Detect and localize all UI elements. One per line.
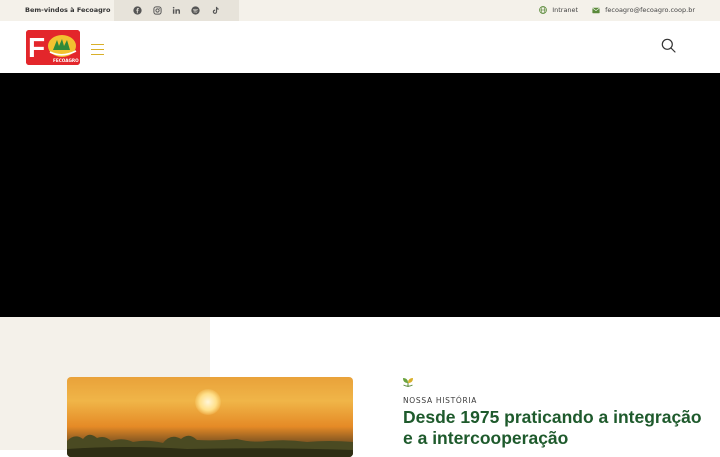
- sprout-icon: [403, 378, 413, 387]
- spotify-icon[interactable]: [191, 6, 200, 15]
- top-bar: Bem-vindos à Fecoagro Intranet fecoagro@…: [0, 0, 720, 21]
- intranet-link[interactable]: Intranet: [539, 6, 578, 14]
- section-headline: Desde 1975 praticando a integração e a i…: [403, 407, 702, 448]
- sunset-field-image: [67, 377, 353, 457]
- tiktok-icon[interactable]: [211, 6, 220, 15]
- fecoagro-logo[interactable]: F FECOAGRO: [26, 30, 80, 65]
- linkedin-icon[interactable]: [172, 6, 181, 15]
- hamburger-icon[interactable]: [91, 44, 104, 55]
- search-icon[interactable]: [661, 38, 676, 58]
- globe-icon: [539, 6, 548, 14]
- instagram-icon[interactable]: [152, 6, 162, 15]
- site-header: F FECOAGRO: [0, 21, 720, 73]
- facebook-icon[interactable]: [133, 6, 142, 15]
- treeline-silhouette: [67, 434, 353, 457]
- top-links: Intranet fecoagro@fecoagro.coop.br: [539, 6, 695, 14]
- email-label: fecoagro@fecoagro.coop.br: [605, 6, 695, 14]
- sun-glow: [195, 389, 221, 415]
- envelope-icon: [592, 7, 600, 13]
- email-link[interactable]: fecoagro@fecoagro.coop.br: [592, 6, 695, 14]
- hero-video[interactable]: [0, 73, 720, 317]
- welcome-text: Bem-vindos à Fecoagro: [25, 6, 111, 14]
- svg-text:F: F: [28, 32, 45, 63]
- section-eyebrow: NOSSA HISTÓRIA: [403, 396, 478, 405]
- history-section: NOSSA HISTÓRIA Desde 1975 praticando a i…: [0, 317, 720, 457]
- intranet-label: Intranet: [552, 6, 579, 14]
- social-links: [114, 0, 239, 21]
- logo-text: FECOAGRO: [53, 58, 79, 63]
